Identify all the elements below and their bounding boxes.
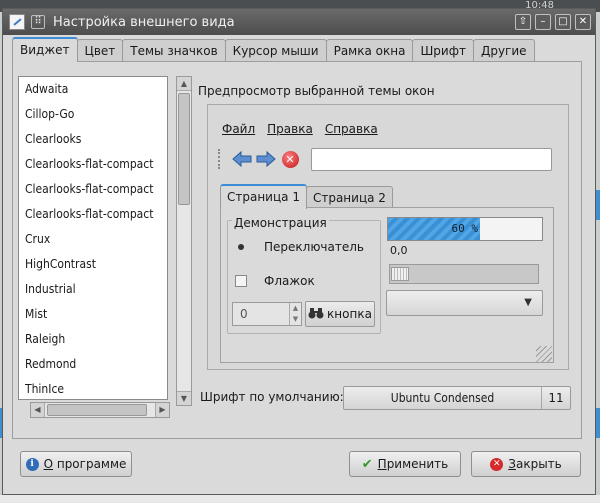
preview-title: Предпросмотр выбранной темы окон [198, 84, 435, 98]
close-window-button[interactable]: ✕ [575, 14, 591, 30]
list-item[interactable]: Industrial [19, 277, 167, 302]
tab-icon-themes[interactable]: Темы значков [122, 39, 226, 61]
list-item[interactable]: HighContrast [19, 252, 167, 277]
app-icon [9, 14, 25, 30]
scroll-left-icon[interactable]: ◀ [31, 403, 45, 417]
font-chooser-button[interactable]: Ubuntu Condensed 11 [343, 386, 571, 410]
window-menu-icon[interactable]: ⠿ [31, 15, 45, 29]
menu-help[interactable]: Справка [325, 122, 378, 136]
chevron-down-icon[interactable]: ▼ [524, 297, 532, 308]
list-item[interactable]: Crux [19, 227, 167, 252]
resize-grip-icon[interactable] [536, 346, 552, 362]
tab-font[interactable]: Шрифт [412, 39, 474, 61]
font-size: 11 [548, 391, 564, 405]
scrollbar-thumb[interactable] [47, 404, 147, 416]
list-item[interactable]: Cillop-Go [19, 102, 167, 127]
menu-file[interactable]: Файл [222, 122, 255, 136]
window-title: Настройка внешнего вида [53, 14, 235, 30]
main-tabs: Виджет Цвет Темы значков Курсор мыши Рам… [12, 37, 535, 62]
shade-button[interactable]: ⇧ [515, 14, 531, 30]
progress-bar: 60 % [387, 217, 543, 241]
default-font-label: Шрифт по умолчанию: [200, 390, 344, 404]
list-item[interactable]: Mist [19, 302, 167, 327]
close-button[interactable]: ✕ Закрыть [471, 451, 581, 477]
preview-inner-tabs: Страница 1 Страница 2 [220, 184, 393, 209]
preview-menubar: Файл Правка Справка [222, 122, 378, 136]
list-item[interactable]: Raleigh [19, 327, 167, 352]
about-button[interactable]: i О программе [20, 451, 132, 477]
close-icon: ✕ [490, 457, 504, 471]
tab-window-border[interactable]: Рамка окна [325, 39, 414, 61]
about-button-label: О программе [43, 457, 127, 471]
list-item[interactable]: Clearlooks-flat-compact [19, 202, 167, 227]
forward-arrow-icon[interactable] [254, 147, 278, 171]
info-icon: i [25, 457, 39, 471]
scrollbar-thumb[interactable] [178, 93, 190, 205]
maximize-button[interactable]: □ [555, 14, 571, 30]
combo-box[interactable]: ▼ [386, 290, 543, 316]
spin-value: 0 [240, 307, 248, 321]
preview-text-entry[interactable] [311, 148, 552, 171]
scroll-up-icon[interactable]: ▲ [177, 77, 191, 91]
stop-icon[interactable]: ✕ [278, 147, 302, 171]
minimize-button[interactable]: – [535, 14, 551, 30]
spin-button[interactable]: 0 ▲ ▼ [232, 302, 302, 326]
demo-button-label: кнопка [327, 307, 372, 321]
close-button-label: Закрыть [508, 457, 562, 471]
menu-edit[interactable]: Правка [267, 122, 313, 136]
binoculars-icon [308, 307, 324, 322]
tab-other[interactable]: Другие [472, 39, 535, 61]
checkbox-label[interactable]: Флажок [264, 274, 315, 288]
radio-button[interactable] [235, 241, 247, 253]
radio-label[interactable]: Переключатель [264, 240, 364, 254]
progress-text: 60 % [451, 222, 479, 235]
theme-list[interactable]: Adwaita Cillop-Go Clearlooks Clearlooks-… [18, 76, 168, 400]
demo-button[interactable]: кнопка [305, 301, 375, 327]
title-bar[interactable]: ⠿ Настройка внешнего вида ⇧ – □ ✕ [3, 9, 595, 35]
checkmark-icon: ✔ [361, 456, 373, 472]
spin-arrows-icon[interactable]: ▲ ▼ [289, 303, 301, 325]
theme-list-horizontal-scrollbar[interactable]: ◀ ▶ [30, 402, 170, 418]
back-arrow-icon[interactable] [230, 147, 254, 171]
apply-button[interactable]: ✔ Применить [349, 451, 461, 477]
list-item[interactable]: Adwaita [19, 77, 167, 102]
apply-button-label: Применить [377, 457, 449, 471]
scroll-right-icon[interactable]: ▶ [155, 403, 169, 417]
list-item[interactable]: Clearlooks-flat-compact [19, 152, 167, 177]
list-item[interactable]: ThinIce [19, 377, 167, 399]
tab-color[interactable]: Цвет [76, 39, 124, 61]
demo-frame-label: Демонстрация [232, 216, 329, 230]
scroll-down-icon[interactable]: ▼ [177, 391, 191, 405]
tab-page-2[interactable]: Страница 2 [305, 186, 393, 208]
slider-knob[interactable] [391, 267, 409, 281]
horizontal-slider[interactable] [389, 264, 539, 284]
font-name: Ubuntu Condensed [344, 387, 542, 409]
tab-page-1[interactable]: Страница 1 [220, 184, 307, 209]
tab-mouse-cursor[interactable]: Курсор мыши [224, 39, 327, 61]
toolbar-grip-icon[interactable] [218, 149, 224, 169]
theme-list-vertical-scrollbar[interactable]: ▲ ▼ [176, 76, 192, 406]
preview-toolbar: ✕ [218, 147, 302, 171]
scale-value: 0,0 [390, 244, 408, 257]
list-item[interactable]: Clearlooks [19, 127, 167, 152]
list-item[interactable]: Clearlooks-flat-compact [19, 177, 167, 202]
checkbox[interactable] [235, 275, 247, 287]
desktop-bottom [0, 495, 600, 503]
tab-widget[interactable]: Виджет [12, 37, 78, 62]
list-item[interactable]: Redmond [19, 352, 167, 377]
